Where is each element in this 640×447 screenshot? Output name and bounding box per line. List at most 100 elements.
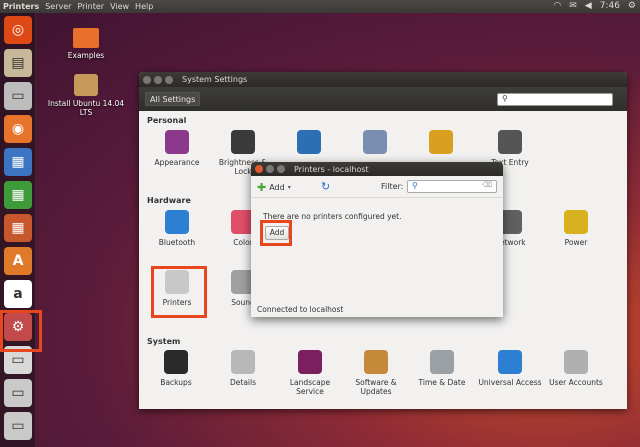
maximize-icon[interactable]	[165, 75, 173, 84]
setting-label: Universal Access	[478, 378, 542, 387]
setting-icon	[564, 350, 588, 374]
window-title: Printers - localhost	[294, 164, 369, 174]
setting-icon	[498, 130, 522, 154]
clear-icon[interactable]: ⌫	[482, 181, 492, 189]
setting-universal-access[interactable]: Universal Access	[477, 350, 543, 387]
setting-power[interactable]: Power	[543, 210, 609, 247]
plus-icon: ✚	[257, 181, 267, 194]
maximize-icon[interactable]	[277, 165, 285, 173]
files-icon: ▤	[11, 55, 25, 71]
refresh-icon[interactable]: ↻	[321, 180, 330, 193]
drive-2-icon: ▭	[11, 418, 25, 434]
setting-bluetooth[interactable]: Bluetooth	[144, 210, 210, 247]
disk-icon: ▭	[11, 88, 25, 104]
minimize-icon[interactable]	[266, 165, 274, 173]
setting-label: Landscape Service	[289, 378, 331, 396]
close-icon[interactable]	[143, 75, 151, 84]
launcher-calc[interactable]: ▦	[4, 181, 32, 209]
all-settings-button[interactable]: All Settings	[145, 92, 201, 106]
firefox-icon: ◉	[11, 121, 25, 137]
setting-backups[interactable]: Backups	[143, 350, 209, 387]
setting-label: Appearance	[154, 158, 200, 167]
filter-input[interactable]: ⚲ ⌫	[407, 180, 497, 193]
clock[interactable]: 7:46	[600, 0, 620, 13]
setting-icon	[364, 350, 388, 374]
impress-icon: ▦	[11, 220, 25, 236]
launcher-software-center[interactable]: A	[4, 247, 32, 275]
menu-help[interactable]: Help	[132, 0, 156, 13]
ubuntu-dash-icon: ◎	[11, 22, 25, 38]
launcher-files[interactable]: ▤	[4, 49, 32, 77]
setting-label: Power	[564, 238, 588, 247]
drive-1-icon: ▭	[11, 385, 25, 401]
setting-item-3[interactable]	[342, 130, 408, 158]
setting-time-date[interactable]: Time & Date	[409, 350, 475, 387]
setting-icon	[298, 350, 322, 374]
setting-appearance[interactable]: Appearance	[144, 130, 210, 167]
launcher-disk[interactable]: ▭	[4, 82, 32, 110]
software-center-icon: A	[12, 253, 24, 269]
setting-icon	[231, 350, 255, 374]
minimize-icon[interactable]	[154, 75, 162, 84]
launcher-amazon[interactable]: a	[4, 280, 32, 308]
launcher-drive-1[interactable]: ▭	[4, 379, 32, 407]
panel-indicators: ◠ ✉ ◀ 7:46 ⚙	[553, 0, 636, 13]
setting-label: Software & Updates	[355, 378, 397, 396]
setting-item-2[interactable]	[276, 130, 342, 158]
gear-icon[interactable]: ⚙	[628, 0, 636, 13]
app-name: Printers	[3, 2, 40, 11]
launcher: ◎ ▤ ▭ ◉ ▦ ▦ ▦ Aa ⚙ ▭ ▭ ▭	[0, 13, 36, 447]
setting-icon	[564, 210, 588, 234]
setting-icon	[165, 210, 189, 234]
setting-landscape-service[interactable]: Landscape Service	[277, 350, 343, 396]
launcher-writer[interactable]: ▦	[4, 148, 32, 176]
setting-software-updates[interactable]: Software & Updates	[343, 350, 409, 396]
status-bar: Connected to localhost	[257, 305, 344, 314]
setting-label: Bluetooth	[158, 238, 196, 247]
setting-icon	[498, 350, 522, 374]
filter-label: Filter:	[381, 182, 404, 191]
window-title: System Settings	[182, 75, 248, 84]
search-input[interactable]: ⚲	[497, 93, 613, 106]
setting-icon	[231, 130, 255, 154]
setting-label: Backups	[160, 378, 192, 387]
desktop-icon-label: Install Ubuntu 14.04 LTS	[47, 99, 125, 117]
network-icon[interactable]: ◠	[553, 0, 561, 13]
setting-icon	[429, 130, 453, 154]
section-system: System	[147, 337, 181, 346]
desktop-icon-examples[interactable]: Examples	[64, 28, 108, 60]
setting-label: User Accounts	[549, 378, 603, 387]
section-personal: Personal	[147, 116, 187, 125]
launcher-drive-2[interactable]: ▭	[4, 412, 32, 440]
mail-icon[interactable]: ✉	[569, 0, 577, 13]
setting-item-4[interactable]	[408, 130, 474, 158]
settings-titlebar[interactable]: System Settings	[139, 72, 627, 87]
desktop-icon-install-ubuntu[interactable]: Install Ubuntu 14.04 LTS	[46, 74, 126, 117]
printers-titlebar[interactable]: Printers - localhost	[251, 162, 503, 176]
folder-icon	[73, 28, 99, 48]
menu-server[interactable]: Server	[42, 0, 74, 13]
top-panel: Printers Server Printer View Help ◠ ✉ ◀ …	[0, 0, 640, 13]
menu-printer[interactable]: Printer	[74, 0, 107, 13]
search-icon: ⚲	[502, 94, 508, 103]
highlight-printers	[151, 266, 207, 318]
section-hardware: Hardware	[147, 196, 191, 205]
add-printer-toolbar-button[interactable]: ✚ Add ▾	[257, 181, 291, 194]
setting-details[interactable]: Details	[210, 350, 276, 387]
launcher-impress[interactable]: ▦	[4, 214, 32, 242]
setting-icon	[363, 130, 387, 154]
setting-icon	[430, 350, 454, 374]
setting-label: Details	[229, 378, 256, 387]
amazon-icon: a	[13, 286, 23, 302]
add-toolbar-label: Add	[269, 183, 285, 192]
close-icon[interactable]	[255, 165, 263, 173]
setting-label: Time & Date	[418, 378, 466, 387]
launcher-firefox[interactable]: ◉	[4, 115, 32, 143]
setting-user-accounts[interactable]: User Accounts	[543, 350, 609, 387]
menu-view[interactable]: View	[107, 0, 132, 13]
printer-icon: ▭	[11, 352, 25, 368]
launcher-ubuntu-dash[interactable]: ◎	[4, 16, 32, 44]
highlight-system-settings	[0, 310, 42, 352]
volume-icon[interactable]: ◀	[585, 0, 592, 13]
chevron-down-icon[interactable]: ▾	[288, 184, 291, 191]
